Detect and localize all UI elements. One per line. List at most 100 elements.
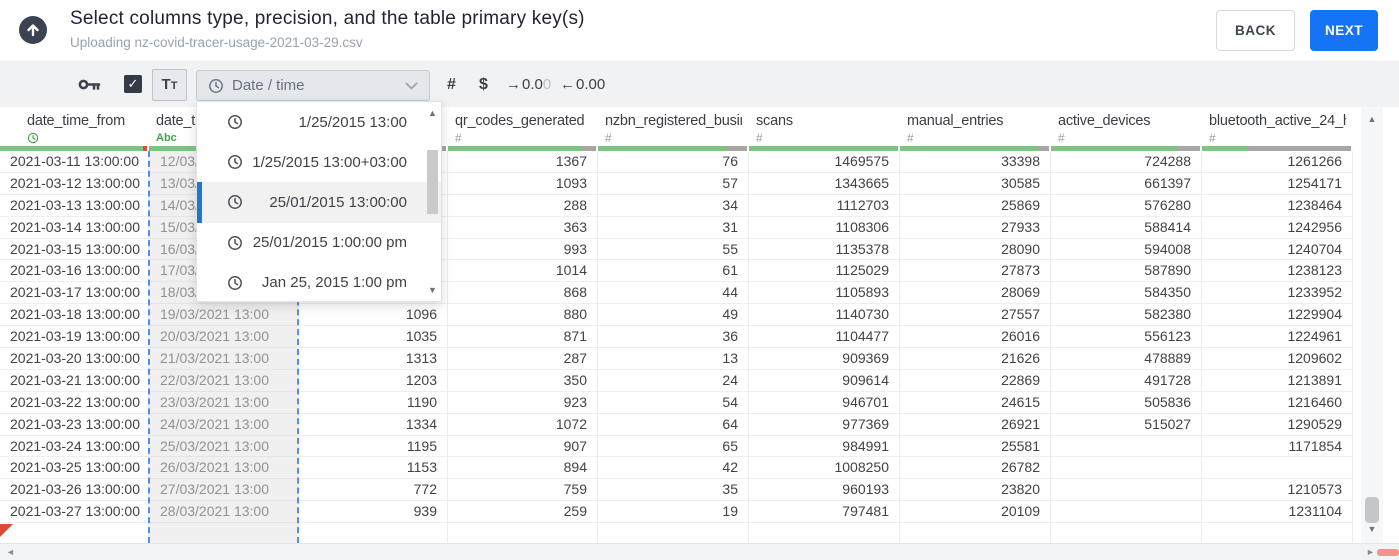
table-column: active_devices #724288 661397 576280 588414 5… <box>1051 107 1202 543</box>
column-cells: 76 57 34 31 55 61 44 49 36 13 24 54 64 65 42 35 19 <box>598 151 749 543</box>
table-cell: 759 <box>448 479 597 502</box>
table-cell: 2021-03-24 13:00:00 <box>0 436 149 458</box>
table-column: qr_codes_generated #1367 1093 288 363 993 1014… <box>448 107 598 543</box>
decimal-increase-button[interactable]: →0.00 <box>506 62 551 107</box>
table-cell: 25/03/2021 13:00 <box>150 436 297 458</box>
table-cell: 57 <box>598 173 748 195</box>
table-cell: 2021-03-23 13:00:00 <box>0 414 149 436</box>
table-cell: 1313 <box>299 348 447 370</box>
page-header: Select columns type, precision, and the … <box>0 0 1399 62</box>
column-type-select[interactable]: Date / time <box>196 70 430 101</box>
table-cell: 2021-03-22 13:00:00 <box>0 392 149 414</box>
column-header[interactable]: active_devices # <box>1051 107 1202 146</box>
table-cell: 19 <box>598 501 748 524</box>
dropdown-item[interactable]: 25/01/2015 13:00:00 <box>197 182 441 223</box>
dropdown-item[interactable]: 25/01/2015 1:00:00 pm <box>197 223 441 263</box>
table-cell: 1213891 <box>1202 370 1352 392</box>
page-title: Select columns type, precision, and the … <box>70 8 585 29</box>
table-cell: 350 <box>448 370 597 392</box>
table-cell: 28090 <box>900 239 1050 261</box>
table-cell: 2021-03-27 13:00:00 <box>0 501 149 524</box>
column-cells: 2021-03-11 13:00:00 2021-03-12 13:00:00 20… <box>0 151 149 543</box>
arrow-left-icon: ← <box>560 76 575 93</box>
currency-type-button[interactable]: $ <box>479 62 488 107</box>
dropdown-scroll-thumb[interactable] <box>427 150 438 214</box>
scroll-left-icon[interactable]: ◄ <box>6 547 15 557</box>
scroll-up-icon[interactable]: ▲ <box>425 108 440 118</box>
table-cell: 26921 <box>900 414 1050 436</box>
table-cell: 1096 <box>299 304 447 327</box>
horizontal-scrollbar[interactable]: ◄ ► <box>0 543 1399 560</box>
table-cell: 19/03/2021 13:00 <box>150 304 297 327</box>
column-header[interactable]: date_time_from <box>0 107 149 146</box>
table-cell: 594008 <box>1051 239 1201 261</box>
table-cell: 515027 <box>1051 414 1201 436</box>
table-cell: 1093 <box>448 173 597 195</box>
dropdown-item-label: Jan 25, 2015 1:00 pm <box>261 274 407 292</box>
table-cell <box>1051 501 1201 524</box>
chevron-down-icon <box>405 81 418 90</box>
clock-icon <box>228 115 242 130</box>
horizontal-scroll-thumb[interactable] <box>1377 549 1399 556</box>
table-cell: 21626 <box>900 348 1050 370</box>
decimal-decrease-button[interactable]: ←0.00 <box>560 62 605 107</box>
table-cell: 2021-03-16 13:00:00 <box>0 260 149 283</box>
table-cell: 588414 <box>1051 217 1201 239</box>
text-type-button[interactable]: TT <box>152 69 187 101</box>
table-cell: 661397 <box>1051 173 1201 195</box>
table-cell: 27933 <box>900 217 1050 239</box>
vertical-scroll-thumb[interactable] <box>1365 497 1379 523</box>
table-cell: 2021-03-12 13:00:00 <box>0 173 149 195</box>
scroll-up-icon[interactable]: ▲ <box>1361 114 1383 124</box>
column-header[interactable]: nzbn_registered_busine # <box>598 107 749 146</box>
column-type: # <box>1058 131 1065 145</box>
back-button[interactable]: BACK <box>1216 10 1295 51</box>
primary-key-icon[interactable] <box>78 76 101 98</box>
table-cell: 24615 <box>900 392 1050 414</box>
table-cell: 1105893 <box>749 282 899 305</box>
table-cell: 724288 <box>1051 151 1201 173</box>
table-cell: 259 <box>448 501 597 524</box>
table-column: bluetooth_active_24_hr_#1261266125417112… <box>1202 107 1353 543</box>
column-header[interactable]: manual_entries # <box>900 107 1051 146</box>
clock-icon <box>228 195 242 210</box>
table-cell: 1240704 <box>1202 239 1352 261</box>
column-type: # <box>907 131 914 145</box>
scroll-right-icon[interactable]: ► <box>1366 547 1375 557</box>
upload-icon <box>19 16 47 44</box>
column-name: nzbn_registered_busine <box>605 113 742 129</box>
dropdown-item-label: 1/25/2015 13:00 <box>298 113 407 131</box>
number-type-button[interactable]: # <box>447 62 456 107</box>
dropdown-item-label: 25/01/2015 13:00:00 <box>269 193 407 211</box>
table-cell: 1242956 <box>1202 217 1352 239</box>
table-cell: 1190 <box>299 392 447 414</box>
boolean-type-checkbox[interactable]: ✓ <box>124 75 142 93</box>
scroll-down-icon[interactable]: ▼ <box>425 285 440 295</box>
dropdown-item[interactable]: 1/25/2015 13:00 <box>197 102 441 142</box>
dropdown-scrollbar[interactable]: ▲ ▼ <box>425 104 440 299</box>
scroll-down-icon[interactable]: ▼ <box>1361 524 1383 534</box>
table-cell: 2021-03-15 13:00:00 <box>0 239 149 261</box>
next-button[interactable]: NEXT <box>1310 10 1378 51</box>
table-cell: 36 <box>598 326 748 349</box>
table-cell: 584350 <box>1051 282 1201 305</box>
table-cell: 909369 <box>749 348 899 370</box>
table-column: nzbn_registered_busine # 76 57 34 31 55 61 44 49 3… <box>598 107 749 543</box>
table-cell: 44 <box>598 282 748 305</box>
table-cell: 1035 <box>299 326 447 349</box>
table-cell: 1238123 <box>1202 260 1352 283</box>
column-header[interactable]: qr_codes_generated # <box>448 107 598 146</box>
column-header[interactable]: scans # <box>749 107 900 146</box>
column-cells: 33398 30585 25869 27933 28090 27873 28069 27557… <box>900 151 1051 543</box>
column-name: qr_codes_generated <box>455 113 585 129</box>
dropdown-item[interactable]: 1/25/2015 13:00+03:00 <box>197 142 441 182</box>
table-cell: 24/03/2021 13:00 <box>150 414 297 436</box>
table-cell: 1254171 <box>1202 173 1352 195</box>
table-cell: 1343665 <box>749 173 899 195</box>
table-cell: 1229904 <box>1202 304 1352 327</box>
table-cell: 55 <box>598 239 748 261</box>
dropdown-item[interactable]: Jan 25, 2015 1:00 pm <box>197 263 441 301</box>
column-header[interactable]: bluetooth_active_24_hr_ # <box>1202 107 1353 146</box>
table-cell: 1008250 <box>749 457 899 480</box>
vertical-scrollbar[interactable]: ▲ ▼ <box>1361 107 1383 543</box>
